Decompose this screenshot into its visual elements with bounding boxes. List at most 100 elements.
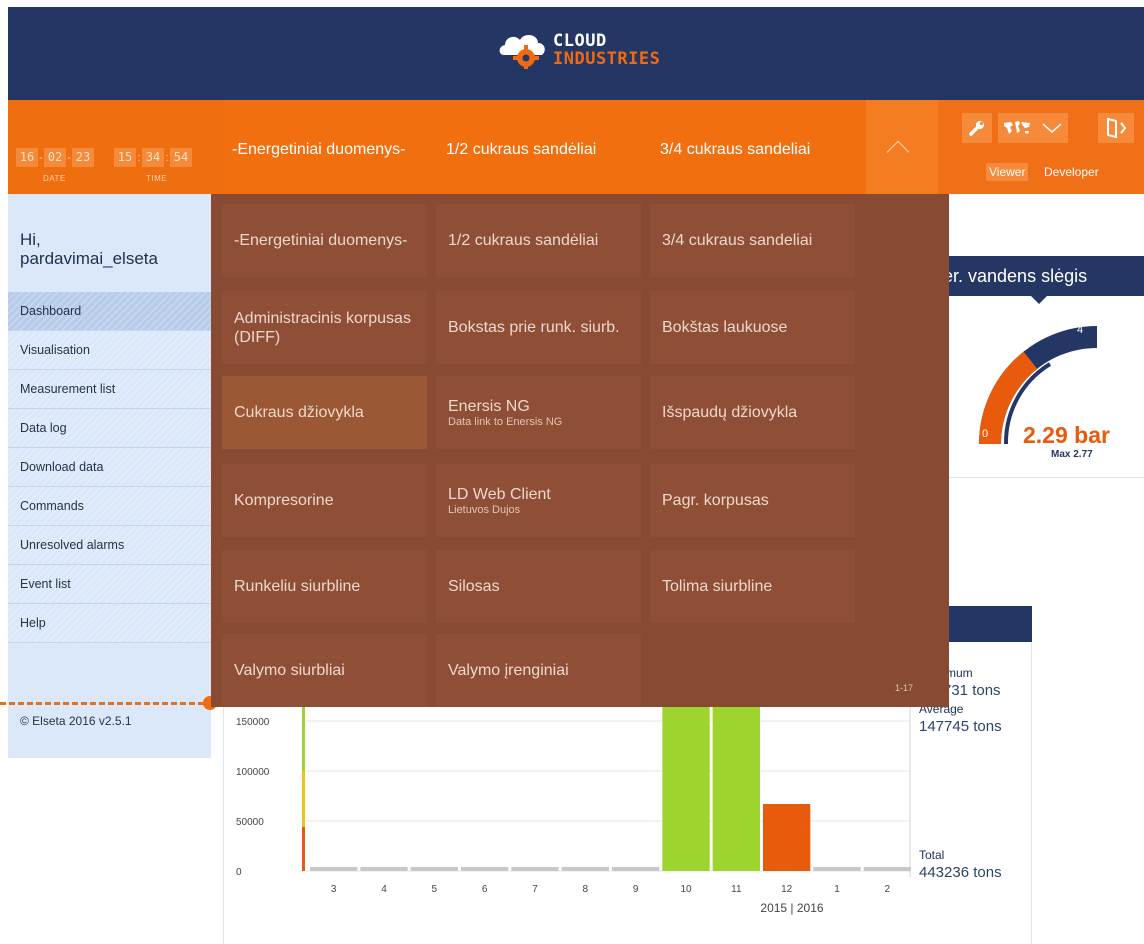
location-menu-item[interactable]: Silosas bbox=[436, 550, 641, 623]
stat-total-value: 443236 tons bbox=[919, 864, 1002, 881]
pressure-gauge-card: 0 4 2.29 bar Max 2.77 bbox=[938, 296, 1144, 478]
date-year: 16 bbox=[16, 148, 38, 167]
location-menu-item[interactable]: Bokštas laukuose bbox=[650, 291, 855, 364]
wrench-icon bbox=[969, 121, 984, 136]
chart-bar bbox=[410, 867, 458, 871]
nav-collapse-button[interactable] bbox=[866, 100, 938, 194]
nav-tab-cukraus-1-2[interactable]: 1/2 cukraus sandėliai bbox=[436, 100, 650, 194]
nav-tab-cukraus-3-4[interactable]: 3/4 cukraus sandeliai bbox=[650, 100, 866, 194]
user-greeting: Hi, pardavimai_elseta bbox=[20, 230, 158, 268]
location-menu-item-content: -Energetiniai duomenys- bbox=[234, 231, 421, 250]
x-tick-label: 11 bbox=[731, 884, 742, 895]
location-menu-item[interactable]: -Energetiniai duomenys- bbox=[222, 204, 427, 277]
location-menu-item[interactable]: Valymo įrenginiai bbox=[436, 634, 641, 707]
location-menu-item-content: Valymo siurbliai bbox=[234, 661, 421, 680]
brand-logo[interactable]: CLOUD INDUSTRIES bbox=[496, 27, 696, 82]
location-menu-item-label: Bokštas laukuose bbox=[662, 319, 788, 336]
x-tick-label: 8 bbox=[583, 884, 589, 895]
chart-bar bbox=[813, 867, 861, 871]
toolbar: Viewer Developer bbox=[938, 100, 1144, 194]
sidebar-item-event-list[interactable]: Event list bbox=[8, 565, 211, 604]
gauge-max-label: 4 bbox=[1077, 324, 1083, 336]
location-menu-item[interactable]: Kompresorine bbox=[222, 464, 427, 537]
greeting-text: Hi, bbox=[20, 230, 41, 249]
location-menu-item-subtitle: Data link to Enersis NG bbox=[448, 415, 563, 428]
location-menu-item-content: LD Web Client Lietuvos Dujos bbox=[448, 485, 635, 517]
chart-bar bbox=[360, 867, 408, 871]
x-tick-label: 7 bbox=[532, 884, 538, 895]
date-day: 23 bbox=[72, 148, 94, 167]
location-menu-item[interactable]: 1/2 cukraus sandėliai bbox=[436, 204, 641, 277]
logout-button[interactable] bbox=[1098, 113, 1134, 143]
location-menu-item-content: Enersis NG Data link to Enersis NG bbox=[448, 397, 635, 429]
pressure-gauge: 0 4 2.29 bar Max 2.77 bbox=[979, 324, 1110, 460]
sidebar-item-help[interactable]: Help bbox=[8, 604, 211, 643]
nav-tab-energetiniai[interactable]: -Energetiniai duomenys- bbox=[222, 100, 436, 194]
datetime-display: 16 - 02 - 23 15 : 34 : 54 DATE TIME bbox=[8, 100, 222, 194]
location-menu-item[interactable]: 3/4 cukraus sandeliai bbox=[650, 204, 855, 277]
gauge-min-label: 0 bbox=[982, 428, 988, 440]
x-tick-label: 5 bbox=[432, 884, 438, 895]
location-menu-item-content: Administracinis korpusas (DIFF) bbox=[234, 309, 421, 347]
region-selector[interactable] bbox=[998, 113, 1068, 143]
chart-bar bbox=[511, 867, 559, 871]
chart-bar bbox=[662, 699, 710, 871]
overlay-page-indicator: 1-17 bbox=[894, 683, 913, 693]
location-menu-item[interactable]: Administracinis korpusas (DIFF) bbox=[222, 291, 427, 364]
sidebar-item-dashboard[interactable]: Dashboard bbox=[8, 292, 211, 331]
chart-bar bbox=[863, 867, 911, 871]
location-menu-item-label: Tolima siurbline bbox=[662, 578, 773, 595]
location-menu-item[interactable]: Valymo siurbliai bbox=[222, 634, 427, 707]
gauge-max-text: Max 2.77 bbox=[1051, 449, 1093, 460]
y-tick-label: 0 bbox=[236, 867, 242, 878]
location-menu-item[interactable]: Tolima siurbline bbox=[650, 550, 855, 623]
time-second: 54 bbox=[170, 148, 192, 167]
copyright-text: © Elseta 2016 v2.5.1 bbox=[20, 714, 132, 728]
location-menu-item-label: Bokstas prie runk. siurb. bbox=[448, 319, 620, 336]
x-tick-label: 4 bbox=[381, 884, 387, 895]
location-menu-item-content: Cukraus džiovykla bbox=[234, 403, 421, 422]
x-tick-label: 6 bbox=[482, 884, 488, 895]
x-tick-label: 9 bbox=[633, 884, 639, 895]
dashed-connector-line bbox=[0, 702, 204, 705]
sidebar-item-download-data[interactable]: Download data bbox=[8, 448, 211, 487]
location-menu-item-label: Valymo siurbliai bbox=[234, 662, 345, 679]
location-menu-item-content: Išspaudų džiovykla bbox=[662, 403, 849, 422]
sidebar-item-unresolved-alarms[interactable]: Unresolved alarms bbox=[8, 526, 211, 565]
app-header: CLOUD INDUSTRIES bbox=[8, 7, 1144, 100]
chart-bar bbox=[310, 867, 358, 871]
chart-bar bbox=[561, 867, 609, 871]
sidebar-item-visualisation[interactable]: Visualisation bbox=[8, 331, 211, 370]
location-menu-item-label: Silosas bbox=[448, 578, 500, 595]
time-caption: TIME bbox=[146, 174, 168, 183]
y-tick-label: 150000 bbox=[236, 717, 270, 728]
sidebar: Hi, pardavimai_elseta Dashboard Visualis… bbox=[8, 194, 211, 758]
gauge-title: er. vandens slėgis bbox=[935, 256, 1144, 296]
location-menu-item-label: Cukraus džiovykla bbox=[234, 404, 364, 421]
location-menu-item-label: Kompresorine bbox=[234, 492, 334, 509]
sidebar-item-data-log[interactable]: Data log bbox=[8, 409, 211, 448]
location-menu-item[interactable]: Cukraus džiovykla bbox=[222, 376, 427, 449]
location-menu-item-content: Pagr. korpusas bbox=[662, 491, 849, 510]
stat-average-value: 147745 tons bbox=[919, 718, 1002, 735]
role-developer[interactable]: Developer bbox=[1041, 163, 1102, 181]
stat-max-label: mum bbox=[946, 666, 973, 680]
sidebar-item-commands[interactable]: Commands bbox=[8, 487, 211, 526]
chart-bar bbox=[461, 867, 509, 871]
location-menu-item[interactable]: Enersis NG Data link to Enersis NG bbox=[436, 376, 641, 449]
location-menu-item[interactable]: LD Web Client Lietuvos Dujos bbox=[436, 464, 641, 537]
world-map-icon bbox=[1004, 121, 1030, 134]
time-hour: 15 bbox=[114, 148, 136, 167]
brand-line1: CLOUD bbox=[553, 31, 607, 51]
settings-button[interactable] bbox=[962, 113, 992, 143]
chart-panel-header bbox=[938, 606, 1032, 642]
level-indicator-red bbox=[302, 827, 305, 871]
location-menu-item[interactable]: Runkeliu siurbline bbox=[222, 550, 427, 623]
chart-bar bbox=[763, 804, 811, 871]
location-menu-item[interactable]: Pagr. korpusas bbox=[650, 464, 855, 537]
location-menu-item[interactable]: Bokstas prie runk. siurb. bbox=[436, 291, 641, 364]
location-menu-item[interactable]: Išspaudų džiovykla bbox=[650, 376, 855, 449]
sidebar-item-measurement-list[interactable]: Measurement list bbox=[8, 370, 211, 409]
role-viewer[interactable]: Viewer bbox=[986, 163, 1029, 181]
location-menu-item-label: Administracinis korpusas (DIFF) bbox=[234, 309, 411, 346]
